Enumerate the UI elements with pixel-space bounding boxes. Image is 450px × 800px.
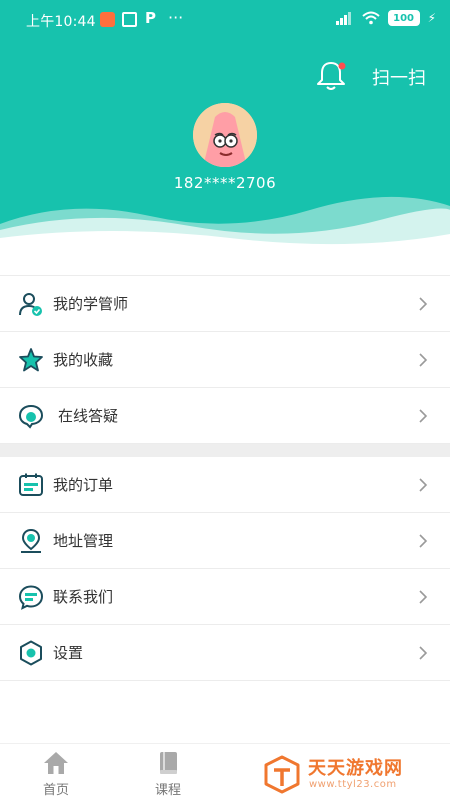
watermark-title: 天天游戏网 bbox=[308, 758, 403, 779]
android-notification-icon bbox=[122, 12, 137, 27]
menu-group-learning: 我的学管师 我的收藏 在线答疑 bbox=[0, 275, 450, 444]
menu-item-contact[interactable]: 联系我们 bbox=[0, 569, 450, 625]
status-bar: 上午10:44 P ··· 100 ⚡ bbox=[0, 0, 450, 42]
chevron-right-icon bbox=[419, 353, 428, 367]
p-notification-icon: P bbox=[145, 9, 156, 27]
settings-icon bbox=[20, 640, 42, 666]
menu-item-settings[interactable]: 设置 bbox=[0, 625, 450, 681]
tab-course-label: 课程 bbox=[154, 783, 181, 798]
menu-item-favorites[interactable]: 我的收藏 bbox=[0, 332, 450, 388]
header-wave bbox=[0, 196, 450, 250]
book-icon bbox=[160, 752, 177, 774]
menu-item-online-qa[interactable]: 在线答疑 bbox=[0, 388, 450, 444]
chat-bubble-icon bbox=[18, 404, 44, 429]
chevron-right-icon bbox=[419, 478, 428, 492]
chevron-right-icon bbox=[419, 409, 428, 423]
chevron-right-icon bbox=[419, 646, 428, 660]
chevron-right-icon bbox=[419, 534, 428, 548]
menu-item-address[interactable]: 地址管理 bbox=[0, 513, 450, 569]
status-right: 100 ⚡ bbox=[335, 10, 436, 26]
profile-header: 上午10:44 P ··· 100 ⚡ 扫一扫 182****2706 bbox=[0, 0, 450, 250]
message-icon bbox=[18, 585, 44, 610]
menu-label-orders: 我的订单 bbox=[53, 476, 114, 494]
tab-home-label: 首页 bbox=[42, 783, 69, 798]
battery-icon: 100 bbox=[387, 10, 420, 26]
tab-course[interactable]: 课程 bbox=[138, 750, 198, 800]
menu-label-favorites: 我的收藏 bbox=[53, 351, 114, 369]
watermark-logo-icon bbox=[264, 755, 300, 794]
chevron-right-icon bbox=[419, 297, 428, 311]
menu-label-contact: 联系我们 bbox=[53, 588, 114, 606]
charging-icon: ⚡ bbox=[427, 11, 436, 25]
star-icon bbox=[19, 348, 43, 372]
location-pin-icon bbox=[21, 528, 41, 553]
app-notification-icon bbox=[100, 12, 115, 27]
menu-label-settings: 设置 bbox=[53, 644, 84, 662]
home-icon bbox=[44, 752, 68, 774]
site-watermark: 天天游戏网 www.ttyl23.com bbox=[262, 754, 440, 794]
calendar-icon bbox=[19, 473, 43, 496]
status-time: 上午10:44 bbox=[26, 14, 96, 30]
section-divider bbox=[0, 444, 450, 457]
menu-item-orders[interactable]: 我的订单 bbox=[0, 457, 450, 513]
more-notifications-icon: ··· bbox=[168, 8, 184, 27]
chevron-right-icon bbox=[419, 590, 428, 604]
menu-group-account: 我的订单 地址管理 联系我们 设置 bbox=[0, 457, 450, 681]
signal-icon bbox=[335, 12, 351, 25]
menu-item-advisor[interactable]: 我的学管师 bbox=[0, 276, 450, 332]
advisor-icon bbox=[19, 293, 42, 316]
tab-home[interactable]: 首页 bbox=[26, 750, 86, 800]
watermark-url: www.ttyl23.com bbox=[309, 779, 397, 790]
notification-dot bbox=[338, 62, 346, 70]
menu-label-advisor: 我的学管师 bbox=[53, 295, 129, 313]
avatar[interactable] bbox=[193, 103, 257, 167]
scan-button[interactable]: 扫一扫 bbox=[372, 64, 426, 90]
menu-label-online-qa: 在线答疑 bbox=[58, 407, 119, 425]
bell-icon[interactable] bbox=[313, 58, 349, 94]
profile-page: 上午10:44 P ··· 100 ⚡ 扫一扫 182****2706 我的学管… bbox=[0, 0, 450, 800]
avatar-image bbox=[193, 103, 257, 167]
wifi-icon bbox=[361, 11, 380, 25]
menu-label-address: 地址管理 bbox=[53, 532, 114, 550]
